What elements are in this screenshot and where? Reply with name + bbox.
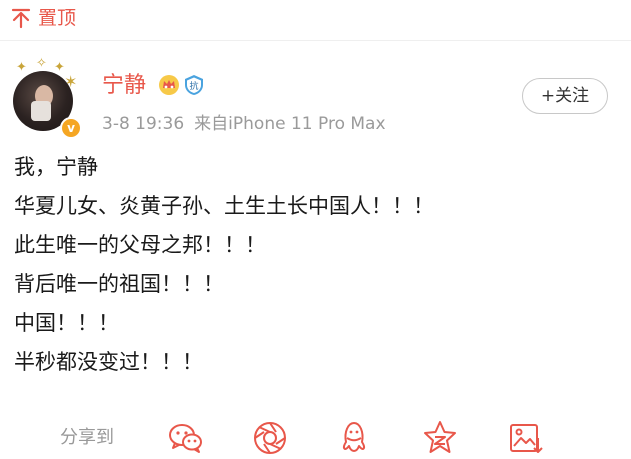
pinned-header: 置顶 [0,0,631,36]
post-line: 我，宁静 [14,155,98,179]
pin-icon [11,8,31,29]
pinned-label: 置顶 [38,7,77,29]
save-image-icon[interactable] [505,418,545,458]
decoration-icon: ✦ [16,60,27,75]
avatar[interactable]: ✦ ✧ ✦ ✶ v [10,56,82,139]
post-content: 我，宁静 华夏儿女、炎黄子孙、土生土长中国人！！！ 此生唯一的父母之邦！！！ 背… [14,148,614,382]
post-line: 半秒都没变过！！！ [14,350,203,374]
post-line: 此生唯一的父母之邦！！！ [14,233,266,257]
decoration-icon: ✧ [36,56,47,71]
post-meta: 3-8 19:36 来自iPhone 11 Pro Max [102,113,396,135]
follow-button[interactable]: +关注 [522,78,608,114]
verified-badge-icon: v [60,117,82,139]
post-line: 背后唯一的祖国！！！ [14,272,224,296]
post-line: 中国！！！ [14,311,119,335]
user-name[interactable]: 宁静 [102,72,146,100]
wechat-icon[interactable] [166,418,206,458]
post-line: 华夏儿女、炎黄子孙、土生土长中国人！！！ [14,194,434,218]
post-source: 来自iPhone 11 Pro Max [194,114,386,134]
divider [0,40,631,41]
svg-text:抗: 抗 [189,80,198,92]
crown-badge-icon[interactable] [158,74,180,96]
share-label: 分享到 [60,427,114,448]
shield-badge-icon[interactable]: 抗 [183,74,205,96]
post-time: 3-8 19:36 [102,114,185,134]
qq-icon[interactable] [334,418,374,458]
moments-icon[interactable] [250,418,290,458]
qzone-icon[interactable] [420,418,460,458]
